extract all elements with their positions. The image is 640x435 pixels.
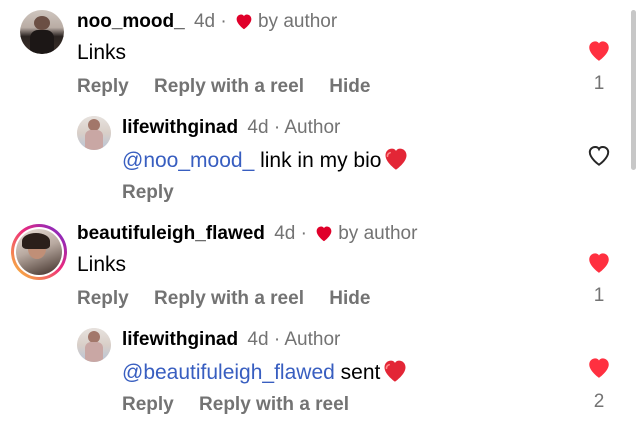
- like-button[interactable]: [585, 143, 613, 172]
- comment-text: Links: [77, 253, 127, 276]
- avatar-with-story-ring[interactable]: [11, 224, 67, 280]
- timestamp: 4d: [193, 11, 216, 32]
- heart-filled-icon: [589, 41, 609, 61]
- username[interactable]: noo_mood_: [77, 11, 185, 32]
- author-badge: Author: [284, 329, 341, 350]
- comment-actions: Reply Reply with a reel Hide: [77, 75, 390, 99]
- mention-link[interactable]: @noo_mood_: [122, 149, 254, 172]
- comment-actions: Reply Reply with a reel Hide: [77, 287, 390, 311]
- reply-meta: lifewithginad 4d · Author: [122, 328, 340, 352]
- heart-outline-icon: [588, 146, 610, 166]
- like-button[interactable]: [585, 355, 613, 384]
- heart-filled-icon: [589, 253, 609, 273]
- comment-text: Links: [77, 41, 127, 64]
- heart-icon: [314, 224, 334, 249]
- like-count: 2: [593, 391, 605, 412]
- hide-button[interactable]: Hide: [329, 76, 370, 97]
- username[interactable]: lifewithginad: [122, 117, 238, 138]
- avatar[interactable]: [77, 116, 111, 150]
- username[interactable]: lifewithginad: [122, 329, 238, 350]
- comment-meta: beautifuleigh_flawed 4d · by author: [77, 222, 417, 249]
- heart-filled-icon: [589, 358, 609, 378]
- reply-button[interactable]: Reply: [122, 182, 174, 203]
- reply-text: @beautifuleigh_flawed sent: [122, 357, 409, 391]
- avatar[interactable]: [77, 328, 111, 362]
- liked-by-author-label: by author: [257, 11, 338, 32]
- red-heart-emoji-icon: [381, 357, 409, 391]
- author-badge: Author: [284, 117, 341, 138]
- username[interactable]: beautifuleigh_flawed: [77, 223, 265, 244]
- timestamp: 4d: [274, 223, 296, 244]
- like-button[interactable]: [585, 38, 613, 67]
- like-button[interactable]: [585, 250, 613, 279]
- timestamp: 4d: [247, 329, 269, 350]
- separator: ·: [273, 117, 281, 138]
- reply-meta: lifewithginad 4d · Author: [122, 116, 340, 140]
- mention-link[interactable]: @beautifuleigh_flawed: [122, 361, 335, 384]
- reply-with-reel-button[interactable]: Reply with a reel: [154, 76, 304, 97]
- reply-body: sent: [334, 361, 381, 384]
- liked-by-author-label: by author: [338, 223, 418, 244]
- hide-button[interactable]: Hide: [329, 288, 370, 309]
- reply-actions: Reply Reply with a reel: [122, 393, 369, 417]
- red-heart-emoji-icon: [382, 145, 410, 179]
- reply-with-reel-button[interactable]: Reply with a reel: [199, 394, 349, 415]
- comment-meta: noo_mood_ 4d · by author: [77, 10, 337, 37]
- avatar[interactable]: [20, 10, 64, 54]
- heart-icon: [234, 12, 254, 37]
- separator: ·: [300, 223, 307, 244]
- reply-with-reel-button[interactable]: Reply with a reel: [154, 288, 304, 309]
- reply-body: link in my bio: [254, 149, 382, 172]
- separator: ·: [273, 329, 281, 350]
- reply-button[interactable]: Reply: [77, 288, 129, 309]
- like-count: 1: [593, 73, 605, 94]
- timestamp: 4d: [247, 117, 269, 138]
- separator: ·: [220, 11, 227, 32]
- reply-button[interactable]: Reply: [77, 76, 129, 97]
- reply-button[interactable]: Reply: [122, 394, 174, 415]
- reply-actions: Reply: [122, 181, 194, 205]
- reply-text: @noo_mood_ link in my bio: [122, 145, 410, 179]
- scrollbar[interactable]: [631, 10, 636, 170]
- like-count: 1: [593, 285, 605, 306]
